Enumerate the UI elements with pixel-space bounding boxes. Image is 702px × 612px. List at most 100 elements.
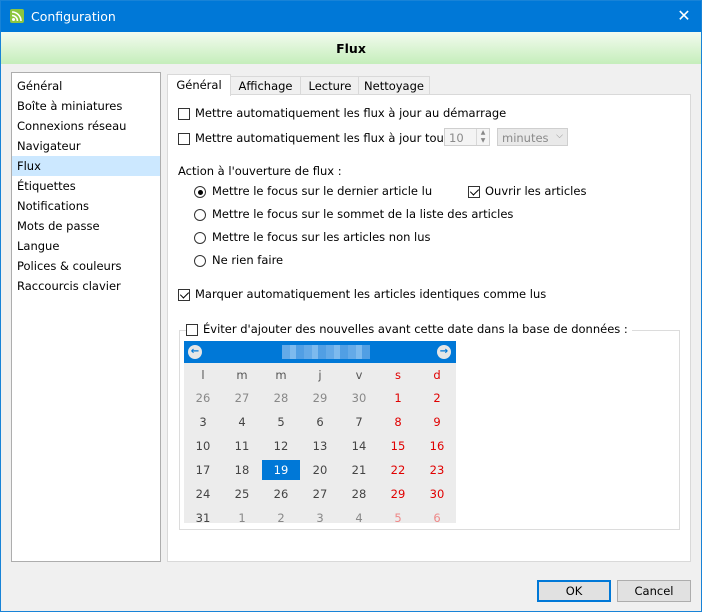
focus-radio-option[interactable]: Ne rien faire [194,253,283,267]
calendar-day[interactable]: 5 [379,508,417,528]
weekday-header: s [395,368,401,382]
update-on-start-option[interactable]: Mettre automatiquement les flux à jour a… [178,106,506,120]
calendar-day[interactable]: 3 [184,412,222,432]
prev-month-icon[interactable]: ← [188,345,202,359]
calendar-day[interactable]: 29 [379,484,417,504]
sidebar-item[interactable]: Navigateur [12,136,160,156]
mark-identical-label: Marquer automatiquement les articles ide… [195,287,547,301]
update-on-start-label: Mettre automatiquement les flux à jour a… [195,106,507,120]
calendar-day[interactable]: 4 [223,412,261,432]
open-articles-checkbox[interactable] [468,186,480,198]
interval-unit-value: minutes [502,131,549,145]
weekday-header: v [355,368,363,382]
sidebar-item[interactable]: Flux [12,156,160,176]
calendar-day[interactable]: 26 [262,484,300,504]
calendar-day[interactable]: 29 [301,388,339,408]
calendar-day[interactable]: 8 [379,412,417,432]
calendar-day[interactable]: 23 [418,460,456,480]
radio-button[interactable] [194,209,206,221]
ok-button[interactable]: OK [537,580,611,602]
calendar-day[interactable]: 24 [184,484,222,504]
radio-button[interactable] [194,186,206,198]
calendar-day[interactable]: 2 [418,388,456,408]
interval-spinbox[interactable]: 10 ▲ ▼ [444,128,490,146]
focus-radio-option[interactable]: Mettre le focus sur les articles non lus [194,230,431,244]
focus-radio-option[interactable]: Mettre le focus sur le dernier article l… [194,184,432,198]
calendar-day[interactable]: 30 [340,388,378,408]
weekday-header: l [201,368,205,382]
sidebar-item[interactable]: Boîte à miniatures [12,96,160,116]
calendar-day[interactable]: 17 [184,460,222,480]
sidebar-item[interactable]: Polices & couleurs [12,256,160,276]
radio-button[interactable] [194,232,206,244]
mark-identical-option[interactable]: Marquer automatiquement les articles ide… [178,287,546,301]
radio-button[interactable] [194,255,206,267]
sidebar-item[interactable]: Étiquettes [12,176,160,196]
calendar-day[interactable]: 6 [418,508,456,528]
calendar-day[interactable]: 1 [379,388,417,408]
avoid-before-date-option[interactable]: Éviter d'ajouter des nouvelles avant cet… [186,322,632,336]
calendar-day[interactable]: 7 [340,412,378,432]
sidebar-item[interactable]: Général [12,76,160,96]
calendar-day[interactable]: 28 [262,388,300,408]
rss-app-icon [10,9,24,23]
calendar-day[interactable]: 5 [262,412,300,432]
mark-identical-checkbox[interactable] [178,289,190,301]
weekday-header: d [433,368,441,382]
sidebar-item[interactable]: Mots de passe [12,216,160,236]
calendar-day[interactable]: 1 [223,508,261,528]
sidebar-item[interactable]: Langue [12,236,160,256]
calendar-day[interactable]: 14 [340,436,378,456]
month-year-label[interactable] [282,345,370,359]
calendar-day[interactable]: 28 [340,484,378,504]
close-icon[interactable]: ✕ [667,1,701,32]
calendar-day[interactable]: 9 [418,412,456,432]
calendar-day[interactable]: 31 [184,508,222,528]
tab[interactable]: Général [167,74,231,96]
calendar-day[interactable]: 27 [223,388,261,408]
calendar-day[interactable]: 15 [379,436,417,456]
interval-unit-select[interactable]: minutes ⌵ [497,128,568,146]
calendar-day[interactable]: 12 [262,436,300,456]
calendar-day[interactable]: 18 [223,460,261,480]
calendar-day[interactable]: 30 [418,484,456,504]
open-articles-option[interactable]: Ouvrir les articles [468,184,586,198]
calendar-day[interactable]: 3 [301,508,339,528]
calendar-day[interactable]: 2 [262,508,300,528]
weekday-header: m [275,368,287,382]
configuration-window: Configuration ✕ Flux Général Boîte à mini… [0,0,702,612]
calendar-day[interactable]: 25 [223,484,261,504]
sidebar-item[interactable]: Raccourcis clavier [12,276,160,296]
calendar: ← → l m m j v s d 26 27 28 29 30 1 2 3 4 5 6 7 8 9 10 11 12 13 14… [184,341,456,525]
calendar-day[interactable]: 21 [340,460,378,480]
radio-label: Mettre le focus sur le dernier article l… [212,184,433,198]
update-on-start-checkbox[interactable] [178,108,190,120]
calendar-day[interactable]: 6 [301,412,339,432]
calendar-day[interactable]: 13 [301,436,339,456]
update-every-option[interactable]: Mettre automatiquement les flux à jour t… [178,131,481,145]
next-month-icon[interactable]: → [437,345,451,359]
weekday-header: m [236,368,248,382]
sidebar-item[interactable]: Connexions réseau [12,116,160,136]
calendar-day[interactable]: 27 [301,484,339,504]
tab[interactable]: Lecture [300,76,360,95]
tab[interactable]: Affichage [229,76,302,95]
avoid-before-date-checkbox[interactable] [186,324,198,336]
calendar-day[interactable]: 10 [184,436,222,456]
calendar-day[interactable]: 4 [340,508,378,528]
tab[interactable]: Nettoyage [358,76,430,95]
update-every-checkbox[interactable] [178,133,190,145]
calendar-day[interactable]: 22 [379,460,417,480]
section-header: Flux [1,32,701,64]
spin-arrows-icon[interactable]: ▲ ▼ [476,129,489,145]
cancel-button[interactable]: Cancel [617,580,691,602]
calendar-day[interactable]: 20 [301,460,339,480]
sidebar-item[interactable]: Notifications [12,196,160,216]
chevron-down-icon: ⌵ [556,131,563,141]
category-list[interactable]: Général Boîte à miniatures Connexions rése… [11,72,161,562]
calendar-day[interactable]: 11 [223,436,261,456]
calendar-day[interactable]: 19 [262,460,300,480]
focus-radio-option[interactable]: Mettre le focus sur le sommet de la list… [194,207,513,221]
calendar-day[interactable]: 26 [184,388,222,408]
calendar-day[interactable]: 16 [418,436,456,456]
